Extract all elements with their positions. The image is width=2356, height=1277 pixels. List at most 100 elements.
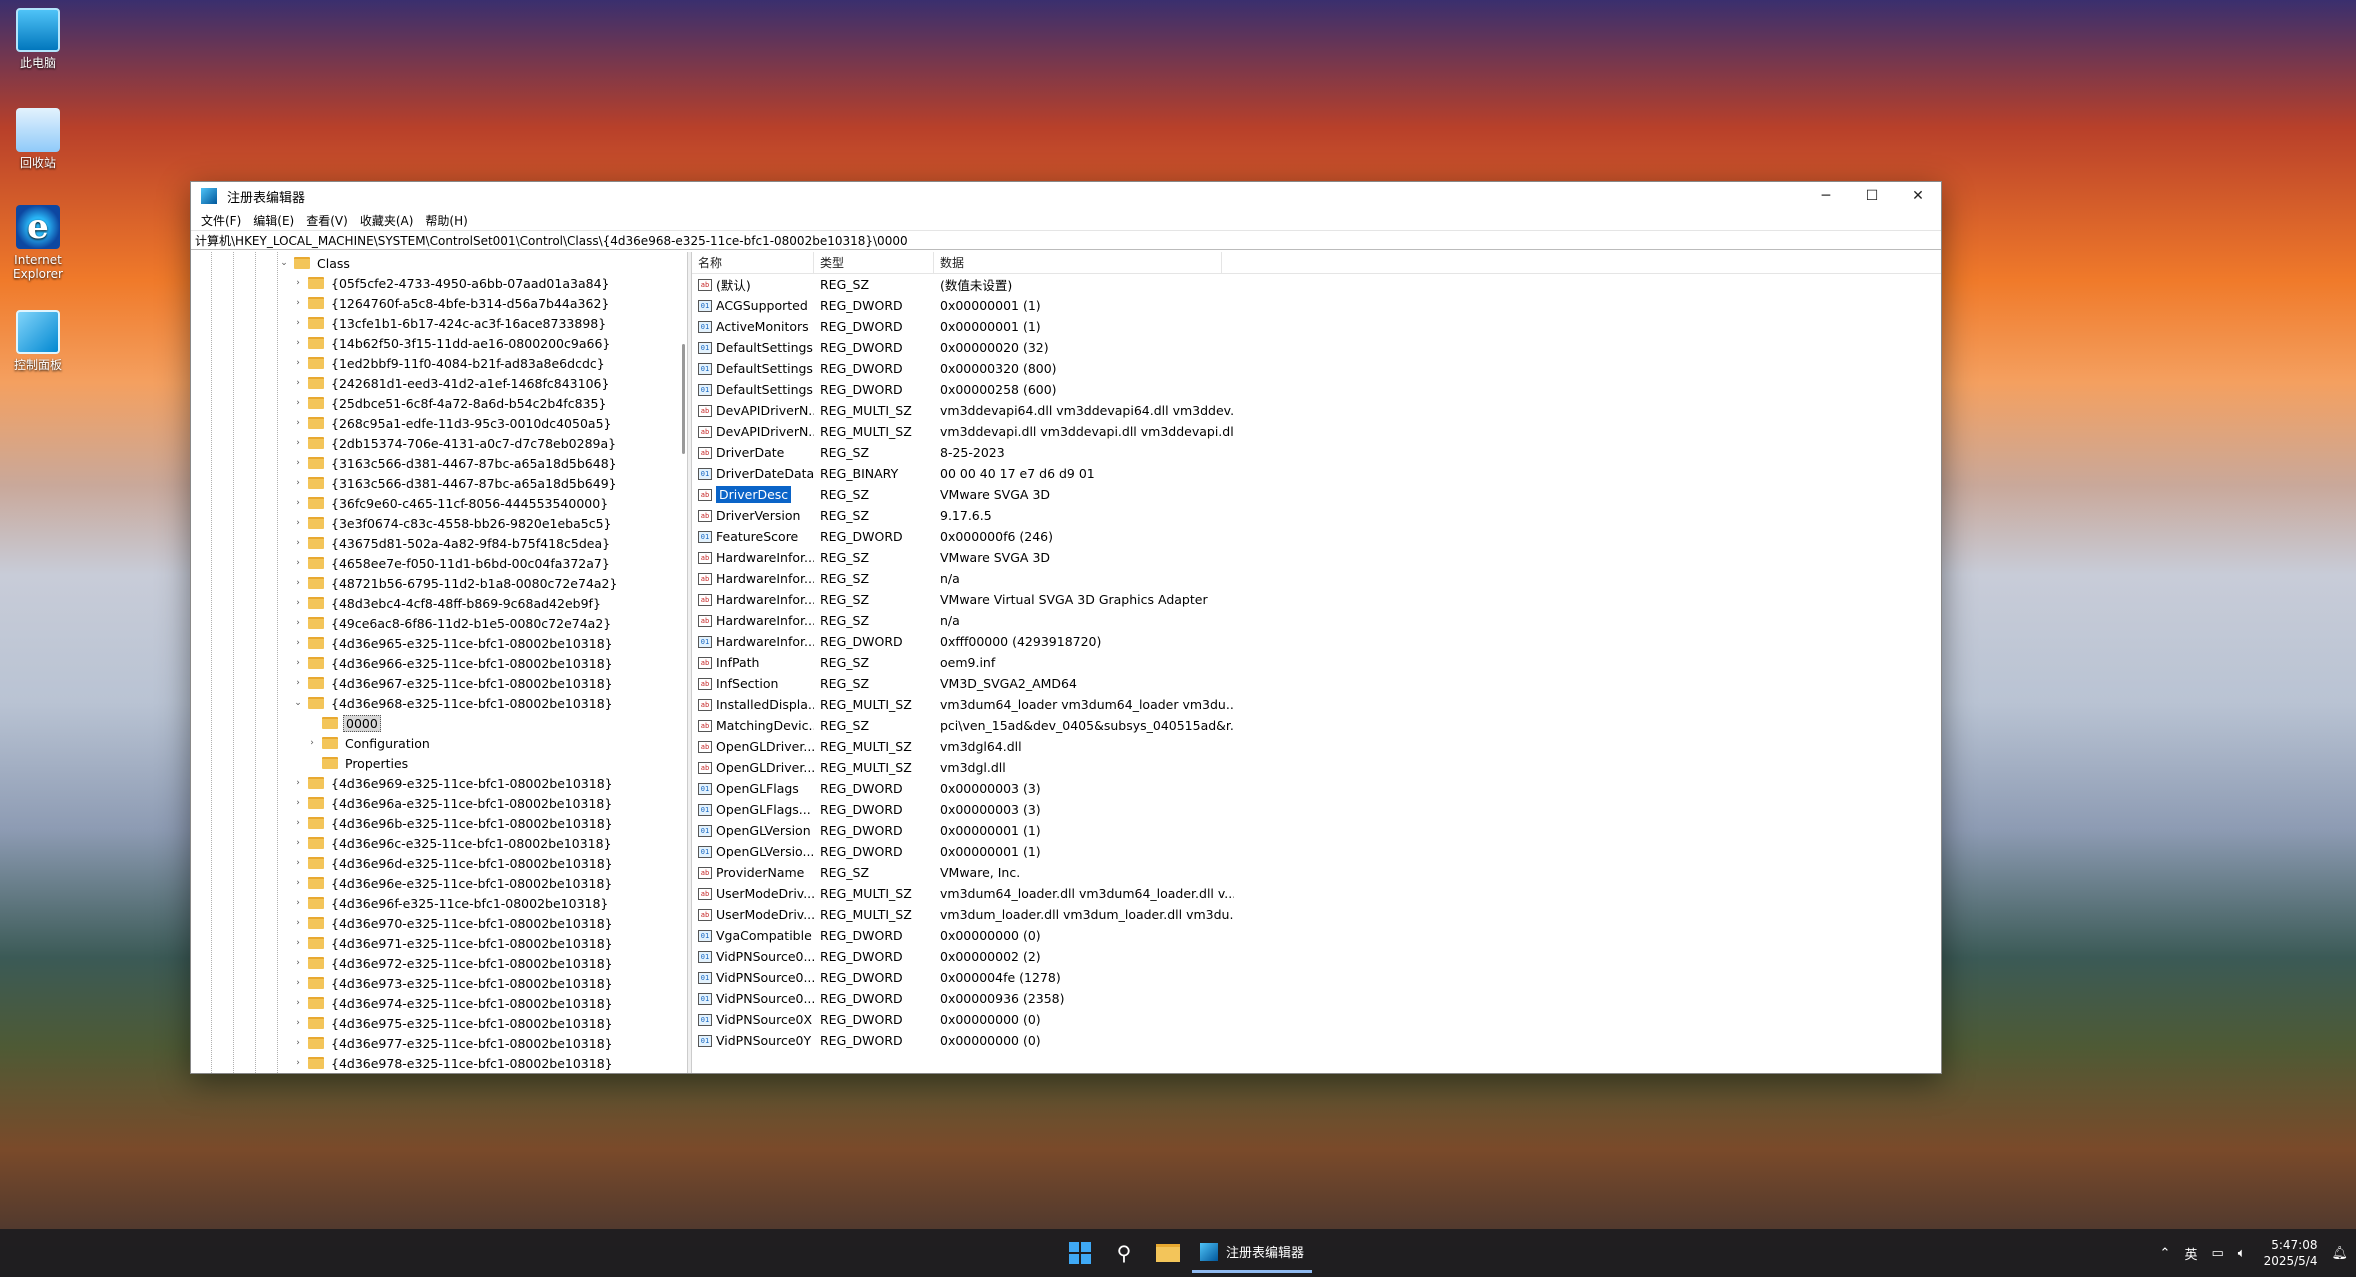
chevron-right-icon[interactable]: ›	[291, 618, 305, 628]
menu-help[interactable]: 帮助(H)	[419, 212, 473, 229]
chevron-right-icon[interactable]: ›	[291, 778, 305, 788]
value-row[interactable]: ab DriverDate REG_SZ 8-25-2023	[692, 442, 1941, 463]
value-row[interactable]: ab ProviderName REG_SZ VMware, Inc.	[692, 862, 1941, 883]
tree-item[interactable]: › {48d3ebc4-4cf8-48ff-b869-9c68ad42eb9f}	[277, 593, 687, 613]
tree-item[interactable]: › {4d36e972-e325-11ce-bfc1-08002be10318}	[277, 953, 687, 973]
tree-item[interactable]: › {4d36e96f-e325-11ce-bfc1-08002be10318}	[277, 893, 687, 913]
tree-item[interactable]: › {2db15374-706e-4131-a0c7-d7c78eb0289a}	[277, 433, 687, 453]
value-row[interactable]: ab HardwareInfor... REG_SZ VMware SVGA 3D	[692, 547, 1941, 568]
chevron-right-icon[interactable]: ›	[291, 398, 305, 408]
tree-pane[interactable]: ⌄ Class › {05f5cfe2-4733-4950-a6bb-07aad01a…	[191, 252, 688, 1073]
value-row[interactable]: ab (默认) REG_SZ (数值未设置)	[692, 274, 1941, 295]
tree-item[interactable]: › {242681d1-eed3-41d2-a1ef-1468fc843106}	[277, 373, 687, 393]
tree-item[interactable]: › {4d36e973-e325-11ce-bfc1-08002be10318}	[277, 973, 687, 993]
chevron-right-icon[interactable]: ›	[291, 878, 305, 888]
clock[interactable]: 5:47:08 2025/5/4	[2264, 1237, 2318, 1269]
chevron-right-icon[interactable]: ›	[291, 1058, 305, 1068]
value-row[interactable]: 01 OpenGLFlags REG_DWORD 0x00000003 (3)	[692, 778, 1941, 799]
value-row[interactable]: 01 DefaultSettings.... REG_DWORD 0x00000258…	[692, 379, 1941, 400]
maximize-button[interactable]: ☐	[1849, 182, 1895, 210]
tree-item[interactable]: › {4658ee7e-f050-11d1-b6bd-00c04fa372a7}	[277, 553, 687, 573]
tree-item[interactable]: › {49ce6ac8-6f86-11d2-b1e5-0080c72e74a2}	[277, 613, 687, 633]
tree-item[interactable]: › {43675d81-502a-4a82-9f84-b75f418c5dea}	[277, 533, 687, 553]
value-row[interactable]: 01 OpenGLVersion REG_DWORD 0x00000001 (1)	[692, 820, 1941, 841]
chevron-right-icon[interactable]: ›	[291, 938, 305, 948]
chevron-down-icon[interactable]: ⌄	[277, 258, 291, 268]
chevron-right-icon[interactable]: ›	[291, 558, 305, 568]
tree-item[interactable]: › {1ed2bbf9-11f0-4084-b21f-ad83a8e6dcdc}	[277, 353, 687, 373]
value-row[interactable]: 01 ACGSupported REG_DWORD 0x00000001 (1)	[692, 295, 1941, 316]
value-row[interactable]: 01 VidPNSource0Y REG_DWORD 0x00000000 (0)	[692, 1030, 1941, 1051]
value-row[interactable]: ab MatchingDevic... REG_SZ pci\ven_15ad&dev…	[692, 715, 1941, 736]
chevron-right-icon[interactable]: ›	[291, 958, 305, 968]
value-row[interactable]: 01 VidPNSource0... REG_DWORD 0x000004fe (12…	[692, 967, 1941, 988]
chevron-right-icon[interactable]: ›	[291, 358, 305, 368]
value-row[interactable]: 01 ActiveMonitors REG_DWORD 0x00000001 (1)	[692, 316, 1941, 337]
values-pane[interactable]: 名称 类型 数据 ab (默认) REG_SZ (数值未设置) 01 ACGSupport…	[692, 252, 1941, 1073]
chevron-down-icon[interactable]: ⌄	[291, 698, 305, 708]
tree-child-item[interactable]: 0000	[277, 713, 687, 733]
desktop-icon[interactable]: 回收站	[6, 108, 70, 170]
tree-item[interactable]: › {4d36e967-e325-11ce-bfc1-08002be10318}	[277, 673, 687, 693]
tree-item[interactable]: › {25dbce51-6c8f-4a72-8a6d-b54c2b4fc835}	[277, 393, 687, 413]
menu-edit[interactable]: 编辑(E)	[247, 212, 300, 229]
close-button[interactable]: ✕	[1895, 182, 1941, 210]
tree-item[interactable]: › {4d36e970-e325-11ce-bfc1-08002be10318}	[277, 913, 687, 933]
title-bar[interactable]: 注册表编辑器 ─ ☐ ✕	[191, 182, 1941, 210]
value-row[interactable]: 01 VidPNSource0... REG_DWORD 0x00000002 (2)	[692, 946, 1941, 967]
value-row[interactable]: 01 VgaCompatible REG_DWORD 0x00000000 (0)	[692, 925, 1941, 946]
chevron-right-icon[interactable]: ›	[291, 638, 305, 648]
tree-item[interactable]: › {4d36e977-e325-11ce-bfc1-08002be10318}	[277, 1033, 687, 1053]
chevron-up-icon[interactable]: ⌃	[2160, 1246, 2171, 1261]
chevron-right-icon[interactable]: ›	[291, 798, 305, 808]
tree-scrollbar[interactable]	[679, 252, 687, 1073]
tree-item[interactable]: › {1264760f-a5c8-4bfe-b314-d56a7b44a362}	[277, 293, 687, 313]
tree-item[interactable]: › {3163c566-d381-4467-87bc-a65a18d5b648}	[277, 453, 687, 473]
value-row[interactable]: ab DevAPIDriverN... REG_MULTI_SZ vm3ddevapi…	[692, 421, 1941, 442]
value-row[interactable]: ab DriverVersion REG_SZ 9.17.6.5	[692, 505, 1941, 526]
tree-item[interactable]: › {4d36e974-e325-11ce-bfc1-08002be10318}	[277, 993, 687, 1013]
tree-child-item[interactable]: Properties	[277, 753, 687, 773]
chevron-right-icon[interactable]: ›	[291, 858, 305, 868]
chevron-right-icon[interactable]: ›	[305, 738, 319, 748]
tree-item[interactable]: › {4d36e969-e325-11ce-bfc1-08002be10318}	[277, 773, 687, 793]
chevron-right-icon[interactable]: ›	[291, 978, 305, 988]
value-row[interactable]: 01 DefaultSettings.... REG_DWORD 0x00000320…	[692, 358, 1941, 379]
notification-bell-icon[interactable]: 🔔︎	[2331, 1246, 2348, 1261]
chevron-right-icon[interactable]: ›	[291, 418, 305, 428]
tree-item[interactable]: › {3e3f0674-c83c-4558-bb26-9820e1eba5c5}	[277, 513, 687, 533]
value-row[interactable]: ab InfPath REG_SZ oem9.inf	[692, 652, 1941, 673]
value-row[interactable]: 01 HardwareInfor... REG_DWORD 0xfff00000 (4…	[692, 631, 1941, 652]
value-row[interactable]: 01 OpenGLFlags... REG_DWORD 0x00000003 (3)	[692, 799, 1941, 820]
value-row[interactable]: 01 DefaultSettings.... REG_DWORD 0x00000020…	[692, 337, 1941, 358]
value-row[interactable]: ab InstalledDispla... REG_MULTI_SZ vm3dum64…	[692, 694, 1941, 715]
chevron-right-icon[interactable]: ›	[291, 838, 305, 848]
ime-indicator[interactable]: 英	[2184, 1244, 2197, 1263]
tree-item-expanded[interactable]: ⌄ {4d36e968-e325-11ce-bfc1-08002be10318}	[277, 693, 687, 713]
tree-scrollbar-thumb[interactable]	[682, 344, 685, 454]
address-path[interactable]: 计算机\HKEY_LOCAL_MACHINE\SYSTEM\ControlSet…	[195, 232, 908, 249]
chevron-right-icon[interactable]: ›	[291, 438, 305, 448]
chevron-right-icon[interactable]: ›	[291, 298, 305, 308]
search-button[interactable]: ⚲	[1104, 1233, 1144, 1273]
chevron-right-icon[interactable]: ›	[291, 278, 305, 288]
value-row[interactable]: 01 FeatureScore REG_DWORD 0x000000f6 (246)	[692, 526, 1941, 547]
value-row[interactable]: ab InfSection REG_SZ VM3D_SVGA2_AMD64	[692, 673, 1941, 694]
address-bar[interactable]: 计算机\HKEY_LOCAL_MACHINE\SYSTEM\ControlSet…	[191, 230, 1941, 250]
tree-item[interactable]: › {268c95a1-edfe-11d3-95c3-0010dc4050a5}	[277, 413, 687, 433]
tree-item-class[interactable]: ⌄ Class	[277, 253, 687, 273]
tree-item[interactable]: › {13cfe1b1-6b17-424c-ac3f-16ace8733898}	[277, 313, 687, 333]
desktop-icon[interactable]: e Internet Explorer	[6, 205, 70, 281]
chevron-right-icon[interactable]: ›	[291, 898, 305, 908]
tree-item[interactable]: › {14b62f50-3f15-11dd-ae16-0800200c9a66}	[277, 333, 687, 353]
value-row[interactable]: ab OpenGLDriver... REG_MULTI_SZ vm3dgl64.dl…	[692, 736, 1941, 757]
chevron-right-icon[interactable]: ›	[291, 338, 305, 348]
tree-item[interactable]: › {3163c566-d381-4467-87bc-a65a18d5b649}	[277, 473, 687, 493]
tree-item[interactable]: › {4d36e96b-e325-11ce-bfc1-08002be10318}	[277, 813, 687, 833]
tree-item[interactable]: › {4d36e966-e325-11ce-bfc1-08002be10318}	[277, 653, 687, 673]
chevron-right-icon[interactable]: ›	[291, 658, 305, 668]
start-button[interactable]	[1060, 1233, 1100, 1273]
value-row[interactable]: 01 OpenGLVersio... REG_DWORD 0x00000001 (1)	[692, 841, 1941, 862]
value-row[interactable]: ab DevAPIDriverN... REG_MULTI_SZ vm3ddevapi…	[692, 400, 1941, 421]
tree-item[interactable]: › {4d36e965-e325-11ce-bfc1-08002be10318}	[277, 633, 687, 653]
